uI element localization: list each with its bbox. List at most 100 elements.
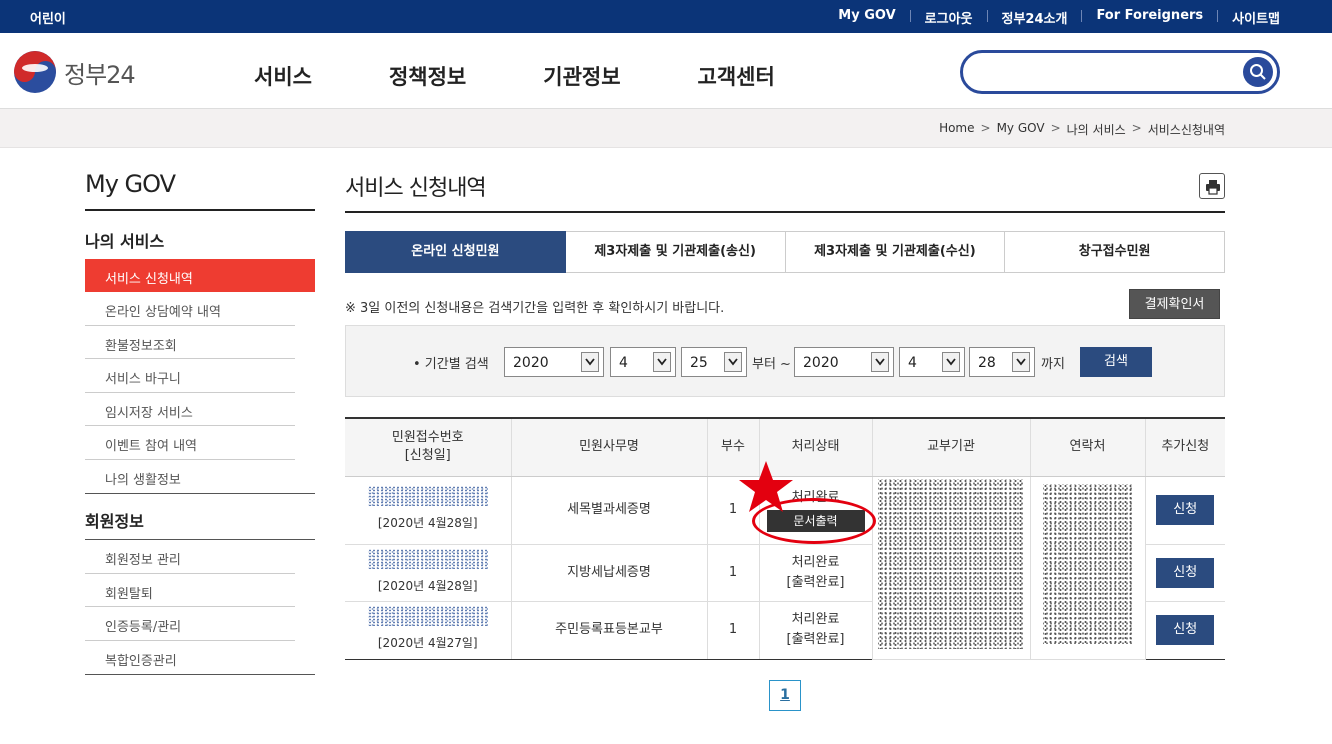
col-header-receipt-no-label: 민원접수번호 (391, 430, 464, 446)
nav-policy[interactable]: 정책정보 (389, 61, 466, 91)
mygov-link[interactable]: My GOV (838, 8, 895, 27)
redacted-receipt-number (367, 548, 488, 569)
sidebar-item[interactable]: 회원탈퇴 (85, 574, 295, 607)
col-header-receipt-date-label: [신청일] (404, 448, 451, 464)
from-month-select[interactable]: 4 (610, 347, 676, 377)
chevron-down-icon (942, 352, 960, 372)
pagination-page-1[interactable]: 1 (769, 680, 801, 711)
breadcrumb-bar: Home > My GOV > 나의 서비스 > 서비스신청내역 (0, 109, 1332, 148)
kids-link[interactable]: 어린이 (30, 8, 66, 27)
main-content: 서비스 신청내역 온라인 신청민원 제3자제출 및 기관제출(송신) 제3자제출… (345, 170, 1225, 397)
status-text: 처리완료 (791, 554, 840, 570)
print-status-text: [출력완료] (786, 632, 845, 647)
col-header-contact: 연락처 (1029, 417, 1145, 477)
period-search-label: • 기간별 검색 (413, 357, 489, 372)
status-cell: 처리완료 [출력완료] (758, 601, 872, 660)
sidebar-item[interactable]: 이벤트 참여 내역 (85, 426, 295, 460)
sidebar-item[interactable]: 회원정보 관리 (85, 540, 295, 574)
search-button[interactable] (1243, 57, 1273, 87)
tab-bar: 온라인 신청민원 제3자제출 및 기관제출(송신) 제3자제출 및 기관제출(수… (345, 231, 1225, 273)
utility-links: My GOV 로그아웃 정부24소개 For Foreigners 사이트맵 (838, 8, 1280, 27)
copies-cell: 1 (706, 544, 759, 602)
from-text: 부터 ~ (752, 357, 791, 372)
service-name-cell: 세목별과세증명 (510, 476, 707, 545)
apply-button[interactable]: 신청 (1156, 495, 1215, 525)
nav-services[interactable]: 서비스 (254, 61, 312, 91)
breadcrumb-my-services[interactable]: 나의 서비스 (1067, 121, 1126, 138)
tab-third-party-received[interactable]: 제3자제출 및 기관제출(수신) (785, 231, 1006, 273)
apply-cell: 신청 (1144, 476, 1225, 545)
chevron-down-icon (581, 352, 599, 372)
from-year-value: 2020 (513, 355, 549, 371)
to-day-select[interactable]: 28 (969, 347, 1035, 377)
nav-customer-center[interactable]: 고객센터 (698, 61, 775, 91)
to-month-select[interactable]: 4 (899, 347, 965, 377)
main-nav: 서비스 정책정보 기관정보 고객센터 (254, 61, 852, 91)
sidebar-item[interactable]: 복합인증관리 (85, 641, 315, 675)
to-day-value: 28 (978, 355, 996, 371)
sidebar-item-service-history[interactable]: 서비스 신청내역 (85, 259, 315, 292)
logo-text: 정부24 (64, 60, 136, 89)
tab-counter-applications[interactable]: 창구접수민원 (1005, 231, 1225, 273)
redacted-contact (1042, 484, 1133, 644)
print-button[interactable] (1199, 173, 1225, 199)
sidebar-item[interactable]: 인증등록/관리 (85, 607, 295, 641)
nav-agencies[interactable]: 기관정보 (543, 61, 620, 91)
about-link[interactable]: 정부24소개 (1002, 8, 1068, 27)
sidebar-item[interactable]: 온라인 상담예약 내역 (85, 292, 295, 326)
to-year-select[interactable]: 2020 (794, 347, 894, 377)
sidebar-item[interactable]: 나의 생활정보 (85, 460, 315, 494)
tab-online-applications[interactable]: 온라인 신청민원 (345, 231, 566, 273)
chevron-right-icon: > (1131, 121, 1142, 135)
sidebar-title: My GOV (85, 170, 315, 211)
col-header-issuing-agency: 교부기관 (871, 417, 1030, 477)
application-date: [2020년 4월28일] (377, 516, 478, 530)
divider (909, 10, 911, 22)
sitemap-link[interactable]: 사이트맵 (1232, 8, 1280, 27)
sidebar: My GOV 나의 서비스 서비스 신청내역 온라인 상담예약 내역 환불정보조… (85, 170, 315, 675)
service-name-cell: 주민등록표등본교부 (510, 601, 707, 660)
foreigners-link[interactable]: For Foreigners (1096, 8, 1203, 27)
ellipse-annotation (752, 498, 876, 544)
site-logo[interactable]: 정부24 (14, 51, 136, 93)
to-month-value: 4 (908, 355, 917, 371)
sidebar-section-my-services[interactable]: 나의 서비스 (85, 228, 315, 259)
divider (986, 10, 988, 22)
from-day-select[interactable]: 25 (681, 347, 747, 377)
chevron-right-icon: > (980, 121, 991, 135)
site-header: 정부24 서비스 정책정보 기관정보 고객센터 (0, 33, 1332, 109)
from-month-value: 4 (619, 355, 628, 371)
col-header-additional-apply: 추가신청 (1144, 417, 1225, 477)
notice-text: ※ 3일 이전의 신청내용은 검색기간을 입력한 후 확인하시기 바랍니다. (345, 301, 725, 316)
period-search-button[interactable]: 검색 (1080, 347, 1152, 377)
redacted-receipt-number (367, 606, 488, 626)
apply-button[interactable]: 신청 (1156, 615, 1215, 645)
payment-receipt-button[interactable]: 결제확인서 (1129, 289, 1220, 319)
breadcrumb-mygov[interactable]: My GOV (997, 121, 1045, 138)
breadcrumb: Home > My GOV > 나의 서비스 > 서비스신청내역 (939, 121, 1225, 138)
sidebar-item[interactable]: 서비스 바구니 (85, 359, 295, 393)
breadcrumb-current: 서비스신청내역 (1147, 123, 1225, 137)
logout-link[interactable]: 로그아웃 (925, 8, 973, 27)
sidebar-item[interactable]: 환불정보조회 (85, 326, 295, 359)
period-search-box: • 기간별 검색 2020 4 25 부터 ~ 2020 4 28 까지 검색 (345, 325, 1225, 397)
taegeuk-logo-icon (14, 51, 56, 93)
page-title: 서비스 신청내역 (345, 170, 1225, 213)
sidebar-section-member-info[interactable]: 회원정보 (85, 494, 315, 540)
breadcrumb-home[interactable]: Home (939, 121, 974, 138)
service-name-cell: 지방세납세증명 (510, 544, 707, 602)
receipt-cell: [2020년 4월28일] (345, 476, 511, 545)
search-input[interactable] (977, 61, 1237, 83)
chevron-right-icon: > (1050, 121, 1061, 135)
to-year-value: 2020 (803, 355, 839, 371)
apply-button[interactable]: 신청 (1156, 557, 1215, 588)
sidebar-list-member: 회원정보 관리 회원탈퇴 인증등록/관리 복합인증관리 (85, 540, 315, 675)
receipt-cell: [2020년 4월27일] (345, 601, 511, 660)
sidebar-item[interactable]: 임시저장 서비스 (85, 393, 295, 426)
col-header-receipt-no: 민원접수번호 [신청일] (345, 417, 511, 477)
tab-third-party-sent[interactable]: 제3자제출 및 기관제출(송신) (565, 231, 786, 273)
application-date: [2020년 4월27일] (377, 636, 478, 650)
to-text: 까지 (1041, 357, 1065, 372)
redacted-agency (878, 479, 1024, 649)
from-year-select[interactable]: 2020 (504, 347, 604, 377)
